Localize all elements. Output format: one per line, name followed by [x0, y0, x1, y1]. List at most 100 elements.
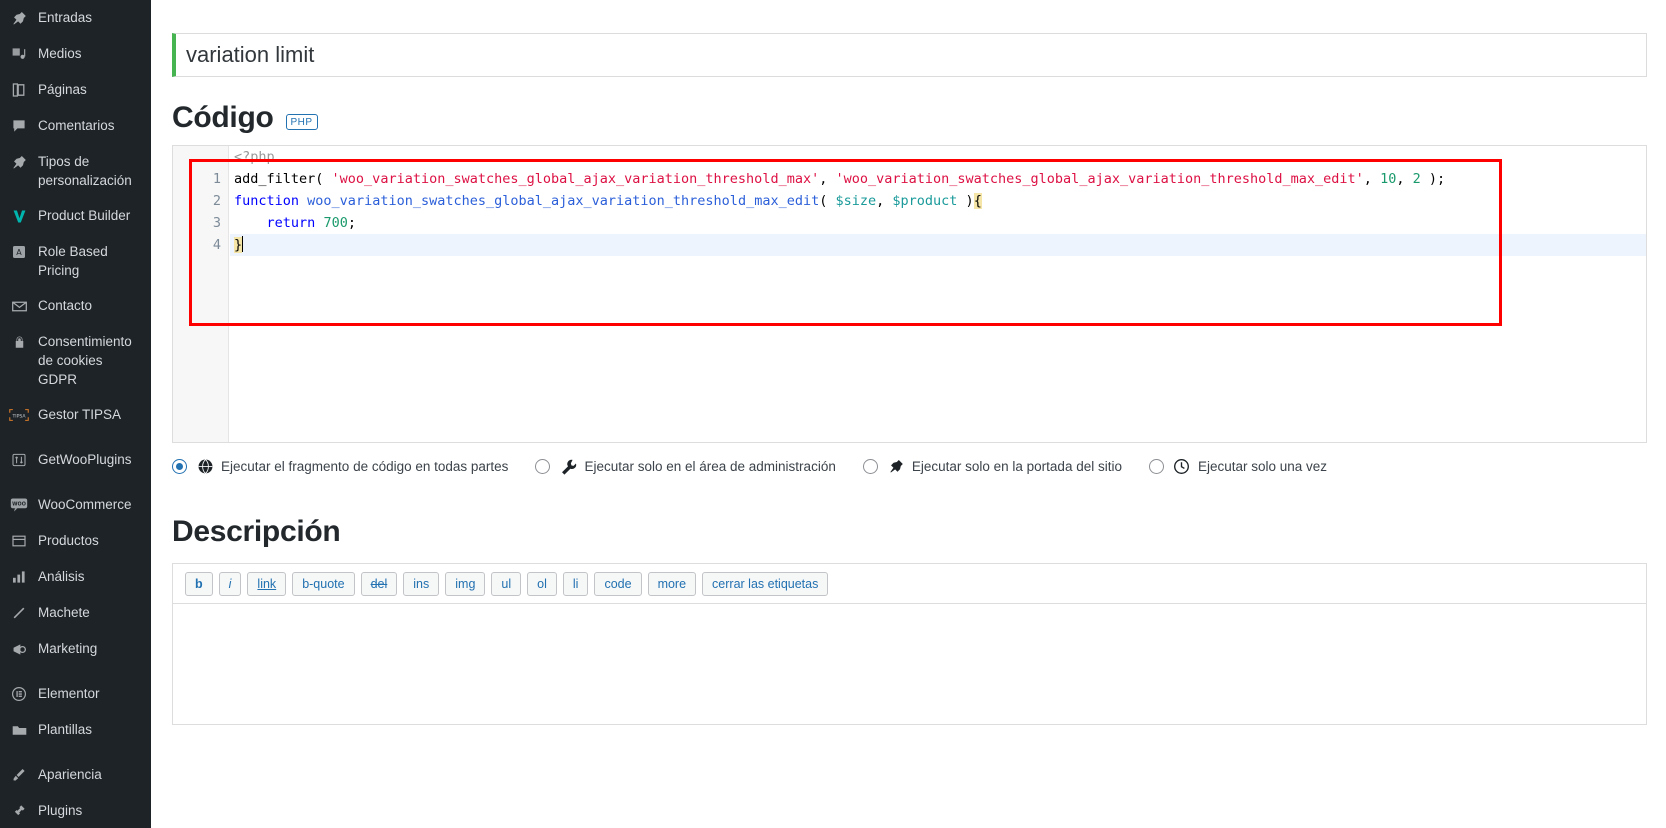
sidebar-item-role-based-pricing[interactable]: A Role Based Pricing — [0, 234, 151, 288]
code-token: , — [819, 171, 836, 187]
code-token: ) — [957, 193, 974, 209]
description-box: b i link b-quote del ins img ul ol li code more cerr… — [172, 563, 1647, 725]
gutter-pad — [173, 146, 228, 168]
code-token: function — [234, 193, 300, 209]
scope-option-1[interactable]: Ejecutar solo en el área de administraci… — [535, 457, 836, 475]
scope-radio[interactable] — [172, 458, 187, 474]
code-token: ( — [819, 193, 836, 209]
sidebar-separator — [0, 667, 151, 676]
pin-icon — [887, 457, 905, 475]
role-pricing-icon: A — [9, 242, 29, 262]
scope-label: Ejecutar solo una vez — [1197, 458, 1328, 474]
lock-icon — [9, 332, 29, 352]
code-line-1[interactable]: add_filter( 'woo_variation_swatches_glob… — [230, 168, 1646, 190]
sidebar-item-label: Plugins — [38, 803, 83, 818]
sidebar-item-marketing[interactable]: Marketing — [0, 631, 151, 667]
sidebar-item-label: Consentimiento de cookies GDPR — [38, 334, 132, 387]
quicktag-link[interactable]: link — [247, 572, 287, 596]
sidebar-item-tipos-de-personalizaci-n[interactable]: Tipos de personalización — [0, 144, 151, 198]
editor-code-area[interactable]: <?php add_filter( 'woo_variation_swatches… — [230, 146, 1646, 442]
scope-option-2[interactable]: Ejecutar solo en la portada del sitio — [862, 457, 1122, 475]
code-line-3[interactable]: return 700; — [230, 212, 1646, 234]
sidebar-item-label: Tipos de personalización — [38, 154, 132, 188]
wordpress-admin-screen: Entradas Medios Páginas Comentarios Tipos de… — [0, 0, 1666, 828]
plug-icon — [9, 801, 29, 821]
code-line-php-open[interactable]: <?php — [230, 146, 1646, 168]
code-line-2[interactable]: function woo_variation_swatches_global_a… — [230, 190, 1646, 212]
code-token: $size — [835, 193, 877, 209]
sidebar-item-label: Gestor TIPSA — [38, 407, 122, 422]
line-number: 4 — [212, 237, 221, 253]
quicktag-img[interactable]: img — [445, 572, 486, 596]
scope-option-0[interactable]: Ejecutar el fragmento de código en todas… — [172, 457, 508, 475]
quicktag-ol[interactable]: ol — [527, 572, 557, 596]
sidebar-item-consentimiento-de-cookies-gdpr[interactable]: Consentimiento de cookies GDPR — [0, 324, 151, 397]
code-editor[interactable]: 1234 <?php add_filter( 'woo_variation_swa… — [172, 145, 1647, 443]
brush-icon — [9, 765, 29, 785]
code-token: , — [1396, 171, 1413, 187]
quicktag-b[interactable]: b — [185, 572, 213, 596]
sidebar-item-woocommerce[interactable]: WOO WooCommerce — [0, 487, 151, 523]
quicktag-del[interactable]: del — [360, 572, 398, 596]
svg-text:A: A — [16, 248, 22, 257]
sidebar-item-apariencia[interactable]: Apariencia — [0, 757, 151, 793]
scope-radio[interactable] — [535, 458, 551, 474]
sidebar-item-an-lisis[interactable]: Análisis — [0, 559, 151, 595]
machete-icon — [9, 603, 29, 623]
scope-radio[interactable] — [862, 458, 878, 474]
comments-icon — [9, 116, 29, 136]
scope-label: Ejecutar solo en el área de administraci… — [584, 458, 836, 474]
sidebar-item-product-builder[interactable]: Product Builder — [0, 198, 151, 234]
sidebar-item-productos[interactable]: Productos — [0, 523, 151, 559]
code-token: $product — [892, 193, 958, 209]
code-token: woo_variation_swatches_global_ajax_varia… — [307, 193, 820, 209]
quicktag-ul[interactable]: ul — [491, 572, 522, 596]
quicktag-code[interactable]: code — [594, 572, 642, 596]
sidebar-item-machete[interactable]: Machete — [0, 595, 151, 631]
admin-sidebar: Entradas Medios Páginas Comentarios Tipos de… — [0, 0, 151, 828]
sidebar-item-p-ginas[interactable]: Páginas — [0, 72, 151, 108]
quicktag-cerrar-las-etiquetas[interactable]: cerrar las etiquetas — [702, 572, 829, 596]
sidebar-item-label: Productos — [38, 533, 99, 548]
quicktag-b-quote[interactable]: b-quote — [292, 572, 355, 596]
scope-radio[interactable] — [1148, 458, 1164, 474]
quicktag-li[interactable]: li — [562, 572, 589, 596]
code-token: ; — [347, 215, 356, 231]
quicktag-i[interactable]: i — [218, 572, 242, 596]
code-line-4[interactable]: } — [230, 234, 1646, 256]
sidebar-item-elementor[interactable]: Elementor — [0, 676, 151, 712]
getwooplugins-icon — [9, 450, 29, 470]
code-heading-text: Código — [172, 101, 274, 134]
sidebar-item-comentarios[interactable]: Comentarios — [0, 108, 151, 144]
svg-text:WOO: WOO — [12, 501, 26, 507]
tipsa-icon: TIPSA — [9, 405, 29, 425]
snippet-title-input[interactable] — [172, 33, 1647, 77]
wrench-icon — [559, 457, 577, 475]
quicktag-ins[interactable]: ins — [403, 572, 440, 596]
sidebar-item-contacto[interactable]: Contacto — [0, 288, 151, 324]
sidebar-item-medios[interactable]: Medios — [0, 36, 151, 72]
text-caret — [242, 236, 244, 252]
sidebar-separator — [0, 433, 151, 442]
description-textarea[interactable] — [173, 604, 1646, 724]
sidebar-item-entradas[interactable]: Entradas — [0, 0, 151, 36]
sidebar-item-gestor-tipsa[interactable]: TIPSA Gestor TIPSA — [0, 397, 151, 433]
sidebar-item-label: Entradas — [38, 10, 93, 25]
code-token: , — [1363, 171, 1381, 187]
analytics-icon — [9, 567, 29, 587]
scope-label: Ejecutar el fragmento de código en todas… — [221, 458, 509, 474]
sidebar-item-plugins[interactable]: Plugins — [0, 793, 151, 828]
sidebar-item-getwooplugins[interactable]: GetWooPlugins — [0, 442, 151, 478]
svg-text:TIPSA: TIPSA — [11, 413, 26, 419]
sidebar-item-plantillas[interactable]: Plantillas — [0, 712, 151, 748]
line-number: 3 — [212, 215, 221, 231]
title-field-wrapper — [151, 0, 1666, 77]
globe-icon — [196, 457, 214, 475]
pages-icon — [9, 80, 29, 100]
sidebar-item-label: Role Based Pricing — [38, 244, 108, 278]
code-token: <?php — [234, 149, 275, 165]
scope-option-3[interactable]: Ejecutar solo una vez — [1148, 457, 1328, 475]
quicktag-more[interactable]: more — [647, 572, 697, 596]
code-token: ( — [315, 171, 332, 187]
